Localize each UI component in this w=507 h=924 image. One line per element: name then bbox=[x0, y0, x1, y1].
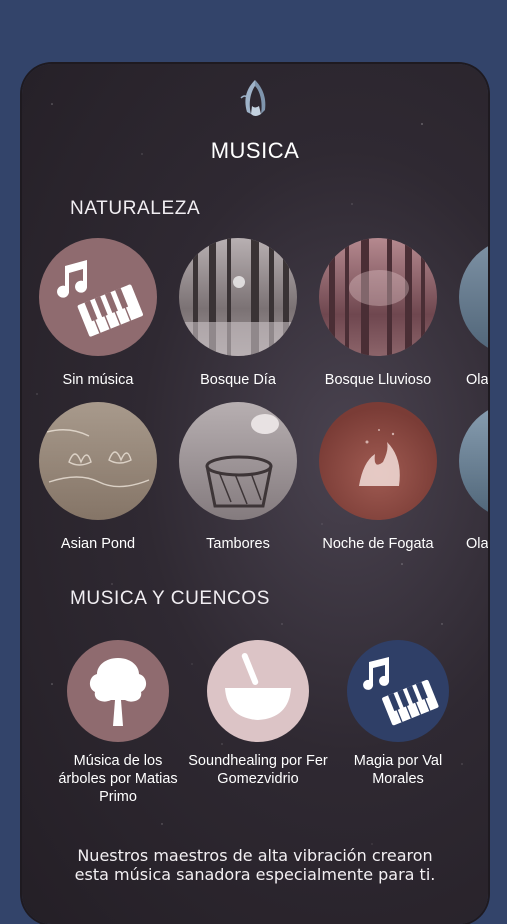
lotus-pond-image bbox=[39, 402, 157, 520]
track-bosque-dia[interactable]: Bosque Día bbox=[168, 238, 308, 388]
track-noche-de-fogata[interactable]: Noche de Fogata bbox=[308, 402, 448, 552]
track-asian-pond[interactable]: Asian Pond bbox=[28, 402, 168, 552]
track-musica-de-los-arboles[interactable]: Música de los árboles por Matias Primo bbox=[48, 640, 188, 806]
ocean-image bbox=[459, 402, 488, 520]
track-label: Bosque Día bbox=[200, 372, 276, 388]
track-label: Ola bbox=[466, 536, 488, 552]
track-label: Música de los árboles por Matias Primo bbox=[58, 753, 178, 805]
bonfire-image bbox=[319, 402, 437, 520]
section-naturaleza-heading: NATURALEZA bbox=[70, 198, 201, 219]
footer-text: Nuestros maestros de alta vibración crea… bbox=[74, 846, 436, 884]
music-piano-icon bbox=[39, 238, 157, 356]
track-soundhealing[interactable]: Soundhealing por Fer Gomezvidrio bbox=[188, 640, 328, 788]
track-label: Asian Pond bbox=[60, 536, 136, 552]
track-tambores[interactable]: Tambores bbox=[168, 402, 308, 552]
track-label: Noche de Fogata bbox=[322, 536, 434, 552]
naturaleza-row-1: Sin música Bosque Día Bosque Lluvioso Ol… bbox=[22, 238, 488, 388]
tree-icon bbox=[67, 640, 169, 742]
track-magia[interactable]: Magia por Val Morales bbox=[328, 640, 468, 788]
naturaleza-row-2: Asian Pond Tambores Noche de Fogata Ola bbox=[22, 402, 488, 552]
track-sin-musica[interactable]: Sin música bbox=[28, 238, 168, 388]
track-label: Ola bbox=[466, 372, 488, 388]
cuencos-row: Música de los árboles por Matias Primo S… bbox=[22, 640, 488, 810]
waves-image bbox=[459, 238, 488, 356]
rainy-forest-image bbox=[319, 238, 437, 356]
track-label: Magia por Val Morales bbox=[353, 753, 443, 787]
forest-day-image bbox=[179, 238, 297, 356]
track-label: Sin música bbox=[62, 372, 134, 388]
page-title: MUSICA bbox=[210, 138, 300, 163]
track-ola-2[interactable]: Ola bbox=[448, 402, 488, 552]
seashell-icon bbox=[240, 80, 266, 116]
music-piano-icon bbox=[347, 640, 449, 742]
track-label: Soundhealing por Fer Gomezvidrio bbox=[188, 753, 328, 787]
app-screen: MUSICA NATURALEZA Sin música Bosque Día … bbox=[22, 64, 488, 924]
track-label: Bosque Lluvioso bbox=[324, 372, 432, 388]
track-label: Tambores bbox=[206, 536, 270, 552]
track-ola[interactable]: Ola bbox=[448, 238, 488, 388]
track-bosque-lluvioso[interactable]: Bosque Lluvioso bbox=[308, 238, 448, 388]
singing-bowl-icon bbox=[207, 640, 309, 742]
section-cuencos-heading: MUSICA Y CUENCOS bbox=[70, 588, 270, 609]
drums-image bbox=[179, 402, 297, 520]
